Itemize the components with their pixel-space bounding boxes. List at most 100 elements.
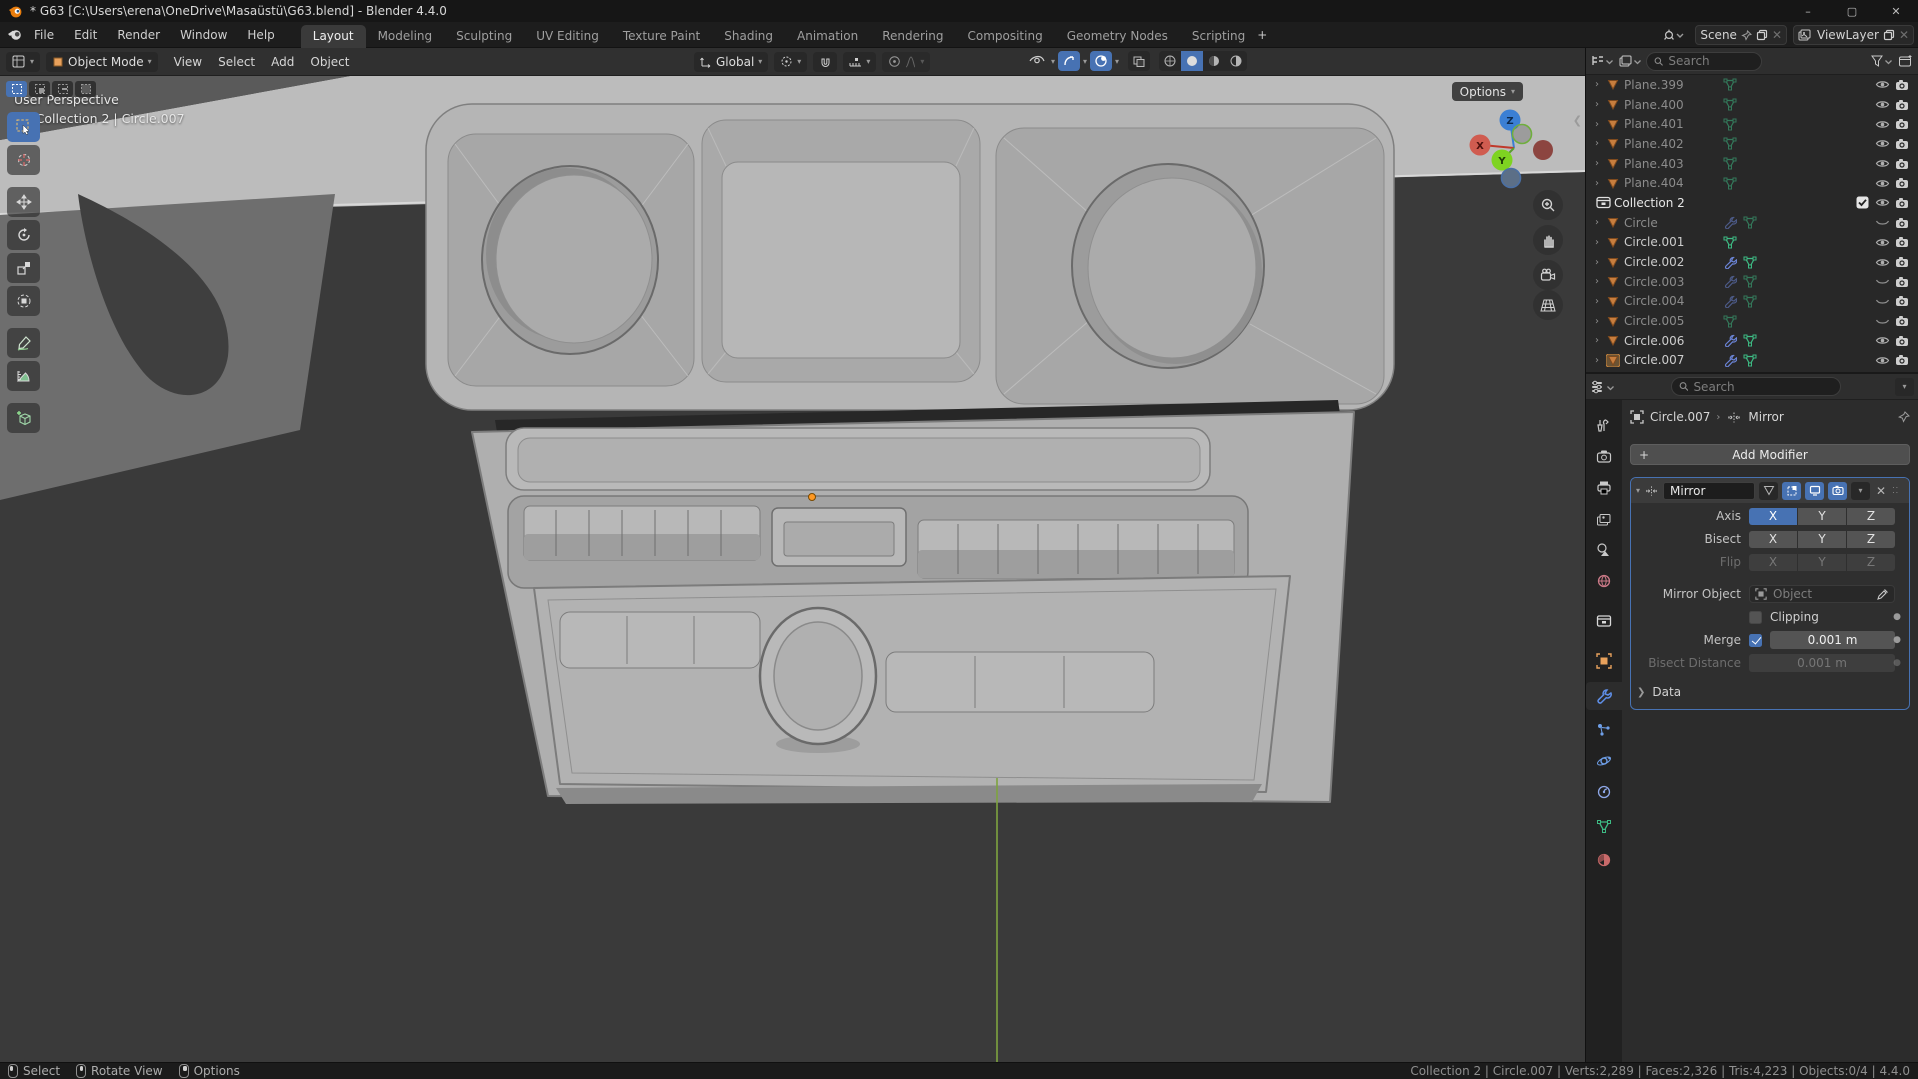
eyedropper-icon[interactable] [1877,588,1889,600]
outliner-row[interactable]: › Circle.001 [1586,233,1918,253]
breadcrumb-object[interactable]: Circle.007 [1650,410,1710,424]
shading-solid-button[interactable] [1181,51,1203,71]
select-mode-invert[interactable] [75,81,96,97]
workspace-tab[interactable]: Geometry Nodes [1055,25,1180,48]
modifier-extras-dropdown[interactable]: ▾ [1851,481,1871,500]
animate-dot[interactable]: ● [1893,635,1901,645]
menu-item[interactable]: File [24,22,64,48]
outliner-row[interactable]: › Plane.401 [1586,114,1918,134]
axis-z-button[interactable]: Z [1847,507,1895,525]
workspace-tab[interactable]: Scripting [1180,25,1257,48]
new-collection-icon[interactable] [1898,54,1914,68]
eye-closed-icon[interactable] [1872,276,1892,287]
tool-scale[interactable] [7,253,40,283]
tool-transform[interactable] [7,286,40,316]
animate-dot[interactable]: ● [1893,612,1901,622]
outliner-row[interactable]: › Circle.004 [1586,292,1918,312]
properties-tab-modifiers[interactable] [1586,682,1622,710]
expand-chevron-icon[interactable]: › [1590,79,1604,90]
menu-item[interactable]: Window [170,22,237,48]
expand-chevron-icon[interactable]: › [1590,237,1604,248]
region-collapse-icon[interactable]: ❮ [1573,114,1582,127]
workspace-tab[interactable]: Modeling [366,25,445,48]
camera-visibility-icon[interactable] [1892,138,1912,150]
menu-item[interactable]: Render [107,22,170,48]
workspace-tab[interactable]: Animation [785,25,870,48]
outliner-search-input[interactable] [1668,54,1754,68]
expand-chevron-icon[interactable]: › [1590,99,1604,110]
outliner-row[interactable]: › Circle.005 [1586,311,1918,331]
new-viewlayer-icon[interactable] [1883,29,1895,41]
eye-open-icon[interactable] [1872,158,1892,169]
expand-chevron-icon[interactable]: › [1590,257,1604,268]
workspace-tab[interactable]: Compositing [955,25,1054,48]
tool-move[interactable] [7,187,40,217]
properties-tab-constraints[interactable] [1586,778,1622,806]
unlink-scene-icon[interactable]: ✕ [1772,28,1782,42]
outliner-row[interactable]: › Circle [1586,213,1918,233]
properties-options-dropdown[interactable]: ▾ [1895,377,1914,396]
camera-visibility-icon[interactable] [1892,79,1912,91]
show-on-cage-toggle[interactable] [1759,481,1779,500]
camera-visibility-icon[interactable] [1892,177,1912,189]
eye-open-icon[interactable] [1872,197,1892,208]
proportional-editing-toggle[interactable]: ▾ [882,51,931,72]
select-mode-extend[interactable] [29,81,50,97]
breadcrumb-modifier[interactable]: Mirror [1748,410,1783,424]
outliner-row[interactable]: › Circle.002 [1586,252,1918,272]
expand-chevron-icon[interactable]: › [1590,316,1604,327]
properties-tab-scene[interactable] [1586,536,1622,564]
eye-open-icon[interactable] [1872,119,1892,130]
camera-visibility-icon[interactable] [1892,256,1912,268]
eye-open-icon[interactable] [1872,178,1892,189]
expand-chevron-icon[interactable]: › [1590,355,1604,366]
eye-closed-icon[interactable] [1872,296,1892,307]
zoom-button[interactable] [1533,190,1563,220]
gizmos-toggle[interactable] [1057,51,1080,71]
outliner-row[interactable]: › Plane.404 [1586,173,1918,193]
editor-type-button[interactable]: ▾ [6,51,41,72]
flip-y-button[interactable]: Y [1798,553,1846,571]
mode-selector[interactable]: Object Mode ▾ [46,51,158,72]
navigation-gizmo[interactable]: Z X Y [1469,98,1561,202]
expand-chevron-icon[interactable]: › [1590,158,1604,169]
bisect-x-button[interactable]: X [1749,530,1797,548]
camera-visibility-icon[interactable] [1892,315,1912,327]
camera-visibility-icon[interactable] [1892,197,1912,209]
workspace-tab[interactable]: Layout [300,24,366,48]
properties-tab-world[interactable] [1586,567,1622,595]
maximize-button[interactable]: ▢ [1830,0,1874,22]
minimize-button[interactable]: – [1786,0,1830,22]
shading-wireframe-button[interactable] [1159,51,1181,71]
select-mode-set[interactable] [6,81,27,97]
viewport-menu-item[interactable]: View [166,55,210,69]
collection-checkbox[interactable] [1852,196,1872,209]
show-in-viewport-toggle[interactable] [1805,481,1825,500]
outliner-search[interactable] [1646,51,1762,71]
shading-rendered-button[interactable] [1225,51,1247,71]
outliner-row[interactable]: › Circle.007 [1586,351,1918,371]
workspace-tab[interactable]: Rendering [870,25,955,48]
camera-visibility-icon[interactable] [1892,276,1912,288]
axis-y-button[interactable]: Y [1798,507,1846,525]
expand-chevron-icon[interactable]: › [1590,178,1604,189]
camera-visibility-icon[interactable] [1892,158,1912,170]
bisect-y-button[interactable]: Y [1798,530,1846,548]
filter-icon[interactable] [1870,54,1894,68]
remove-viewlayer-icon[interactable]: ✕ [1899,28,1909,42]
select-mode-subtract[interactable] [52,81,73,97]
xray-toggle[interactable] [1128,51,1150,71]
eye-open-icon[interactable] [1872,237,1892,248]
eye-open-icon[interactable] [1872,355,1892,366]
modifier-name-field[interactable] [1663,481,1756,500]
viewport-3d[interactable]: User Perspective (2) Collection 2 | Circ… [0,76,1585,1062]
properties-tab-collection[interactable] [1586,607,1622,635]
camera-visibility-icon[interactable] [1892,335,1912,347]
expand-chevron-icon[interactable]: › [1590,335,1604,346]
tool-measure[interactable] [7,361,40,391]
camera-visibility-icon[interactable] [1892,99,1912,111]
properties-editor-icon[interactable] [1590,379,1616,395]
properties-tab-tool[interactable] [1586,412,1622,440]
outliner-row[interactable]: › Plane.399 [1586,75,1918,95]
snap-toggle[interactable] [813,51,838,72]
